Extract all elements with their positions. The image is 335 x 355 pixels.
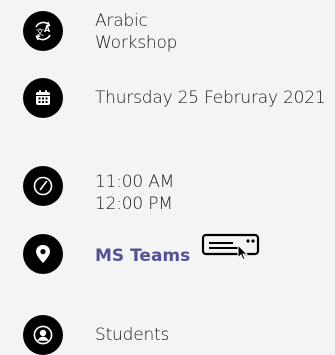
event-audience-row: Students (0, 315, 335, 355)
svg-text:A: A (44, 25, 51, 34)
ms-teams-link[interactable]: MS Teams (95, 245, 190, 267)
event-date: Thursday 25 Februray 2021 (95, 88, 326, 108)
clock-icon (23, 166, 63, 206)
calendar-icon (23, 78, 63, 118)
event-title-line2: Workshop (95, 33, 178, 53)
location-pin-icon (23, 234, 63, 274)
event-date-row: Thursday 25 Februray 2021 (0, 78, 335, 122)
event-time-row: 11:00 AM 12:00 PM (0, 162, 335, 218)
event-title: Arabic Workshop (95, 10, 177, 54)
event-location-row: MS Teams (0, 233, 335, 278)
event-details: 文 A Arabic Workshop Thursday 25 Februray… (0, 0, 335, 355)
person-icon (23, 315, 63, 355)
online-meeting-icon (201, 230, 265, 264)
event-time-start: 11:00 AM (95, 172, 175, 192)
svg-text:文: 文 (36, 27, 44, 37)
event-time-end: 12:00 PM (95, 194, 173, 214)
event-title-line1: Arabic (95, 11, 148, 31)
event-audience: Students (95, 325, 170, 345)
event-title-row: 文 A Arabic Workshop (0, 0, 335, 62)
event-time: 11:00 AM 12:00 PM (95, 171, 174, 215)
translate-icon: 文 A (23, 11, 63, 51)
